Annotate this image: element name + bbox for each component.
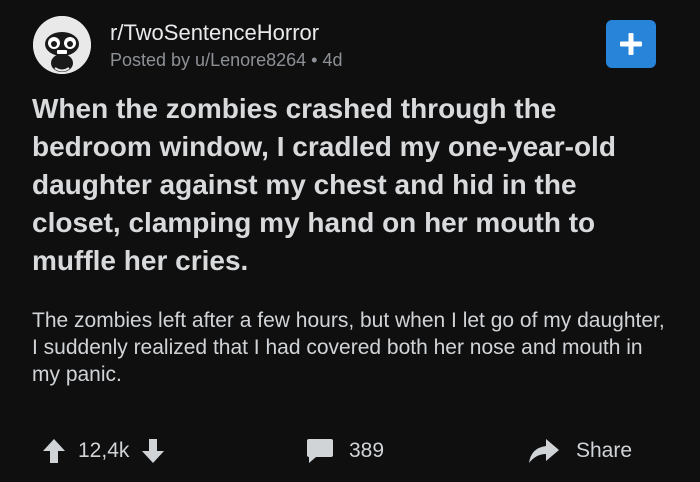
post-title: When the zombies crashed through the bed… [32, 93, 616, 276]
comment-bubble-icon [307, 439, 333, 463]
subreddit-avatar-icon[interactable] [33, 16, 91, 74]
upvote-button[interactable] [42, 438, 66, 464]
share-button[interactable]: Share [528, 434, 632, 468]
avatar-face-icon [33, 16, 91, 74]
downvote-button[interactable] [141, 438, 165, 464]
subreddit-name[interactable]: r/TwoSentenceHorror [110, 20, 319, 46]
vote-group: 12,4k [42, 434, 165, 468]
post-body: The zombies left after a few hours, but … [32, 309, 665, 386]
comment-count: 389 [349, 439, 385, 462]
comments-button[interactable]: 389 [305, 434, 384, 468]
vote-count: 12,4k [78, 439, 130, 462]
action-bar: 12,4k 389 Share [0, 428, 700, 474]
plus-icon [620, 33, 642, 55]
post-header: r/TwoSentenceHorror Posted by u/Lenore82… [30, 14, 670, 78]
author-link[interactable]: Posted by u/Lenore8264 [110, 50, 306, 70]
post-age: 4d [322, 50, 343, 70]
share-arrow-icon [529, 439, 559, 463]
join-button[interactable] [606, 20, 656, 68]
meta-separator: • [311, 50, 318, 70]
share-label: Share [576, 439, 633, 462]
post-meta: Posted by u/Lenore8264 • 4d [110, 50, 343, 71]
arrow-up-icon [43, 439, 65, 463]
arrow-down-icon [142, 439, 165, 463]
